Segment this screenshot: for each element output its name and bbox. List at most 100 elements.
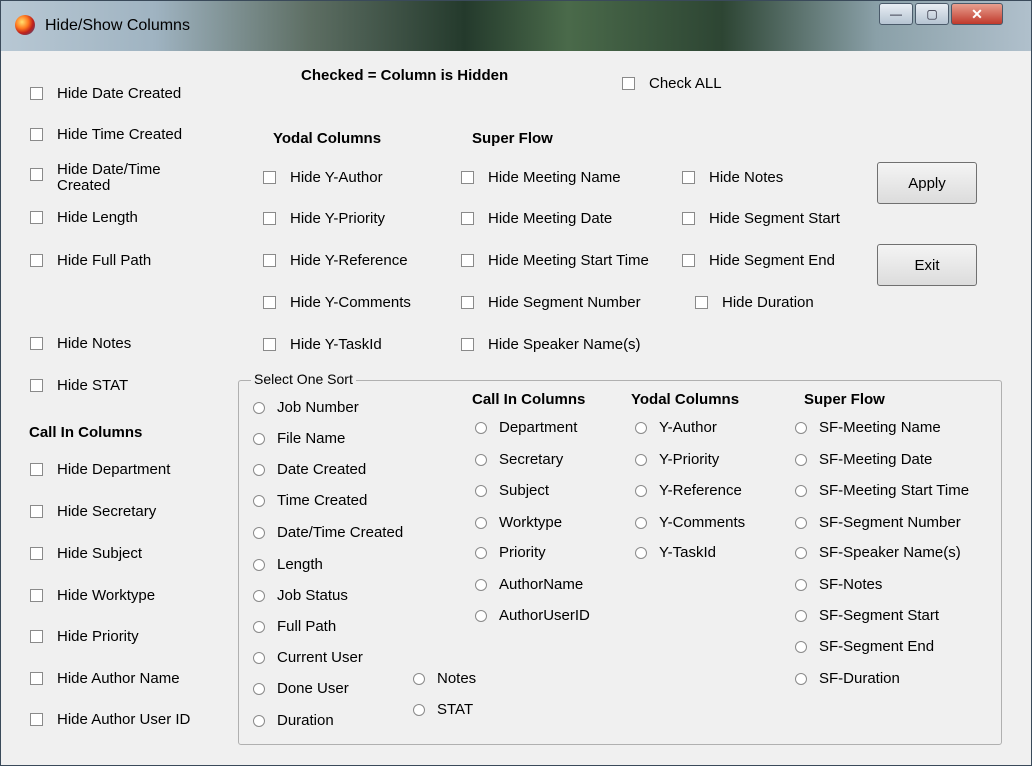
checkbox-box[interactable] [30, 463, 43, 476]
radio-dot[interactable] [253, 432, 265, 445]
hide-notes-checkbox[interactable]: Hide Notes [30, 335, 131, 352]
radio-dot[interactable] [635, 484, 647, 497]
sort-sf-meeting-date-radio[interactable]: SF-Meeting Date [795, 451, 932, 468]
sort-current-user-radio[interactable]: Current User [253, 649, 363, 666]
radio-dot[interactable] [253, 526, 265, 539]
checkbox-box[interactable] [30, 254, 43, 267]
radio-dot[interactable] [475, 609, 487, 622]
radio-dot[interactable] [253, 589, 265, 602]
sort-sf-duration-radio[interactable]: SF-Duration [795, 670, 900, 687]
sort-y-reference-radio[interactable]: Y-Reference [635, 482, 742, 499]
hide-y-comments-checkbox[interactable]: Hide Y-Comments [263, 294, 411, 311]
checkbox-box[interactable] [622, 77, 635, 90]
sort-stat-radio[interactable]: STAT [413, 701, 473, 718]
sort-worktype-radio[interactable]: Worktype [475, 514, 562, 531]
checkbox-box[interactable] [263, 212, 276, 225]
radio-dot[interactable] [475, 453, 487, 466]
hide-y-author-checkbox[interactable]: Hide Y-Author [263, 169, 383, 186]
radio-dot[interactable] [253, 494, 265, 507]
checkbox-box[interactable] [461, 212, 474, 225]
checkbox-box[interactable] [682, 212, 695, 225]
radio-dot[interactable] [253, 620, 265, 633]
hide-segment-number-checkbox[interactable]: Hide Segment Number [461, 294, 641, 311]
sort-y-taskid-radio[interactable]: Y-TaskId [635, 544, 716, 561]
sort-y-priority-radio[interactable]: Y-Priority [635, 451, 719, 468]
radio-dot[interactable] [635, 453, 647, 466]
checkbox-box[interactable] [461, 171, 474, 184]
sort-done-user-radio[interactable]: Done User [253, 680, 349, 697]
checkbox-box[interactable] [263, 171, 276, 184]
radio-dot[interactable] [253, 682, 265, 695]
sort-date-created-radio[interactable]: Date Created [253, 461, 366, 478]
checkbox-box[interactable] [30, 589, 43, 602]
checkbox-box[interactable] [695, 296, 708, 309]
sort-full-path-radio[interactable]: Full Path [253, 618, 336, 635]
hide-segment-start-checkbox[interactable]: Hide Segment Start [682, 210, 840, 227]
radio-dot[interactable] [635, 421, 647, 434]
sort-file-name-radio[interactable]: File Name [253, 430, 345, 447]
radio-dot[interactable] [795, 578, 807, 591]
sort-authoruserid-radio[interactable]: AuthorUserID [475, 607, 590, 624]
radio-dot[interactable] [253, 558, 265, 571]
hide-full-path-checkbox[interactable]: Hide Full Path [30, 252, 151, 269]
check-all-checkbox[interactable]: Check ALL [622, 75, 722, 92]
radio-dot[interactable] [413, 672, 425, 685]
checkbox-box[interactable] [263, 254, 276, 267]
checkbox-box[interactable] [30, 168, 43, 181]
radio-dot[interactable] [795, 640, 807, 653]
sort-department-radio[interactable]: Department [475, 419, 577, 436]
hide-date-created-checkbox[interactable]: Hide Date Created [30, 85, 181, 102]
sort-subject-radio[interactable]: Subject [475, 482, 549, 499]
radio-dot[interactable] [795, 546, 807, 559]
radio-dot[interactable] [413, 703, 425, 716]
sort-datetime-created-radio[interactable]: Date/Time Created [253, 524, 403, 541]
checkbox-box[interactable] [30, 379, 43, 392]
sort-sf-segment-number-radio[interactable]: SF-Segment Number [795, 514, 961, 531]
radio-dot[interactable] [795, 453, 807, 466]
radio-dot[interactable] [475, 484, 487, 497]
sort-sf-notes-radio[interactable]: SF-Notes [795, 576, 882, 593]
radio-dot[interactable] [253, 463, 265, 476]
hide-author-name-checkbox[interactable]: Hide Author Name [30, 670, 180, 687]
checkbox-box[interactable] [461, 338, 474, 351]
checkbox-box[interactable] [682, 171, 695, 184]
radio-dot[interactable] [795, 672, 807, 685]
sort-sf-speaker-names-radio[interactable]: SF-Speaker Name(s) [795, 544, 961, 561]
hide-datetime-created-checkbox[interactable]: Hide Date/Time Created [30, 162, 190, 194]
sort-notes-radio[interactable]: Notes [413, 670, 476, 687]
sort-priority-radio[interactable]: Priority [475, 544, 546, 561]
checkbox-box[interactable] [682, 254, 695, 267]
hide-department-checkbox[interactable]: Hide Department [30, 461, 170, 478]
checkbox-box[interactable] [30, 713, 43, 726]
radio-dot[interactable] [475, 546, 487, 559]
hide-worktype-checkbox[interactable]: Hide Worktype [30, 587, 155, 604]
radio-dot[interactable] [475, 421, 487, 434]
sort-length-radio[interactable]: Length [253, 556, 323, 573]
hide-meeting-start-time-checkbox[interactable]: Hide Meeting Start Time [461, 252, 649, 269]
hide-time-created-checkbox[interactable]: Hide Time Created [30, 126, 182, 143]
maximize-button[interactable]: ▢ [915, 3, 949, 25]
sort-job-number-radio[interactable]: Job Number [253, 399, 359, 416]
checkbox-box[interactable] [30, 87, 43, 100]
sort-sf-meeting-name-radio[interactable]: SF-Meeting Name [795, 419, 941, 436]
hide-meeting-name-checkbox[interactable]: Hide Meeting Name [461, 169, 621, 186]
sort-authorname-radio[interactable]: AuthorName [475, 576, 583, 593]
exit-button[interactable]: Exit [877, 244, 977, 286]
checkbox-box[interactable] [30, 211, 43, 224]
hide-priority-checkbox[interactable]: Hide Priority [30, 628, 139, 645]
checkbox-box[interactable] [30, 505, 43, 518]
hide-meeting-date-checkbox[interactable]: Hide Meeting Date [461, 210, 612, 227]
hide-sf-notes-checkbox[interactable]: Hide Notes [682, 169, 783, 186]
radio-dot[interactable] [253, 651, 265, 664]
checkbox-box[interactable] [30, 630, 43, 643]
checkbox-box[interactable] [461, 254, 474, 267]
hide-segment-end-checkbox[interactable]: Hide Segment End [682, 252, 835, 269]
radio-dot[interactable] [475, 578, 487, 591]
hide-duration-checkbox[interactable]: Hide Duration [695, 294, 814, 311]
checkbox-box[interactable] [263, 338, 276, 351]
radio-dot[interactable] [253, 714, 265, 727]
radio-dot[interactable] [635, 516, 647, 529]
sort-sf-segment-start-radio[interactable]: SF-Segment Start [795, 607, 939, 624]
radio-dot[interactable] [795, 516, 807, 529]
hide-y-reference-checkbox[interactable]: Hide Y-Reference [263, 252, 408, 269]
